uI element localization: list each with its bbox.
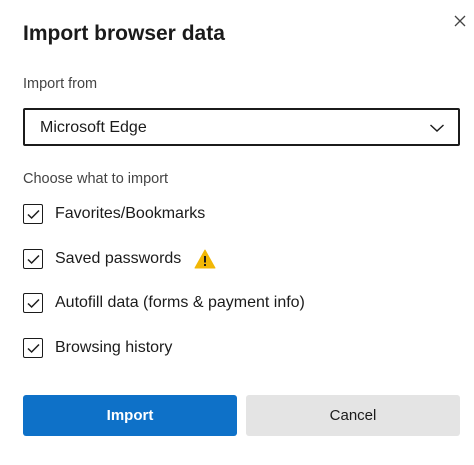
import-browser-data-dialog: Import browser data Import from Microsof…: [0, 0, 474, 465]
chevron-down-icon: [430, 124, 444, 132]
browsing-history-checkbox[interactable]: [23, 338, 43, 358]
option-favorites-bookmarks: Favorites/Bookmarks: [23, 203, 205, 225]
autofill-checkbox[interactable]: [23, 293, 43, 313]
checkmark-icon: [26, 343, 40, 353]
import-from-dropdown[interactable]: Microsoft Edge: [23, 108, 460, 146]
checkmark-icon: [26, 298, 40, 308]
favorites-checkbox[interactable]: [23, 204, 43, 224]
option-browsing-history: Browsing history: [23, 337, 172, 359]
warning-icon: [194, 249, 216, 269]
import-button[interactable]: Import: [23, 395, 237, 436]
option-label: Favorites/Bookmarks: [55, 205, 206, 222]
import-from-label: Import from: [23, 76, 98, 92]
close-icon: [454, 15, 466, 27]
saved-passwords-checkbox[interactable]: [23, 249, 43, 269]
option-label: Browsing history: [55, 339, 173, 356]
import-from-selected-value: Microsoft Edge: [40, 119, 147, 136]
option-saved-passwords: Saved passwords: [23, 248, 216, 270]
option-label: Autofill data (forms & payment info): [55, 294, 305, 311]
checkmark-icon: [26, 209, 40, 219]
checkmark-icon: [26, 254, 40, 264]
option-autofill-data: Autofill data (forms & payment info): [23, 292, 305, 314]
cancel-button[interactable]: Cancel: [246, 395, 460, 436]
option-label: Saved passwords: [55, 250, 182, 267]
dialog-title: Import browser data: [23, 22, 225, 45]
close-button[interactable]: [449, 10, 471, 32]
choose-what-to-import-label: Choose what to import: [23, 171, 169, 187]
